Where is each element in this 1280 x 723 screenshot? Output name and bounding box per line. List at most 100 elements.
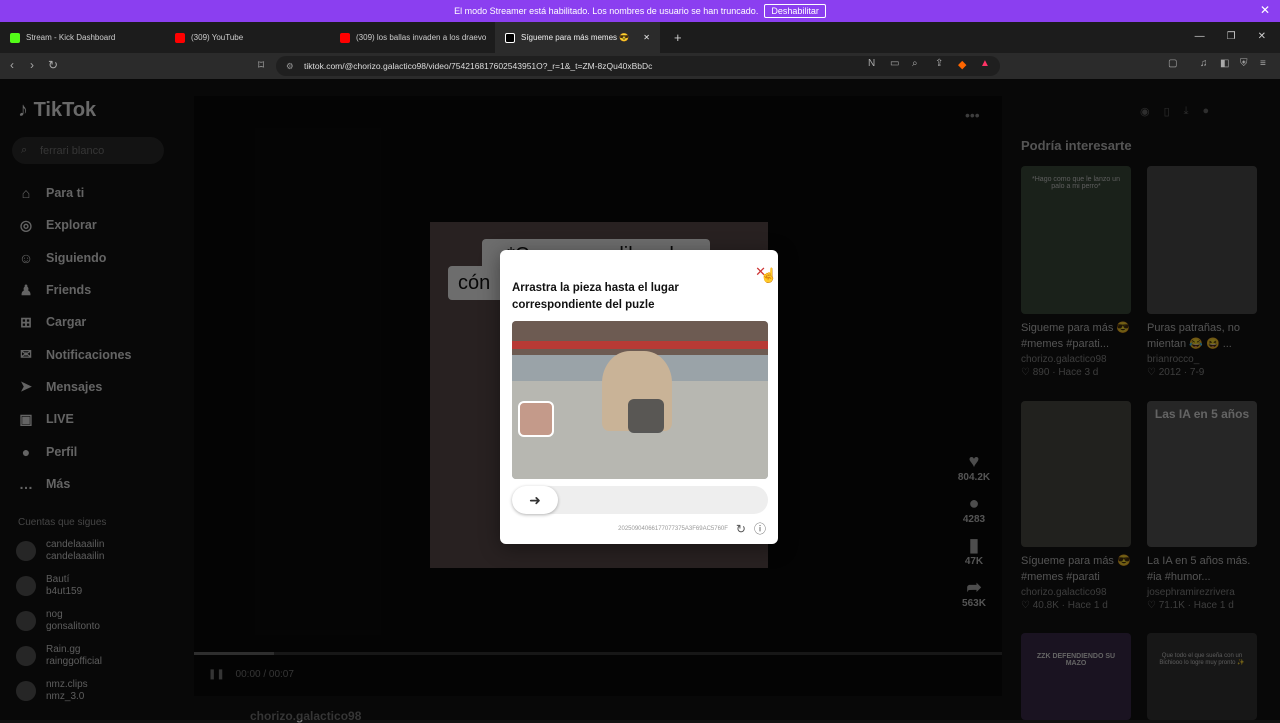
sidebar-toggle-icon[interactable]: ▢: [1168, 58, 1177, 69]
sidebar-item-live[interactable]: ▣ LIVE: [18, 403, 131, 435]
tiktok-logo[interactable]: ♪ TikTok: [18, 99, 96, 122]
slider-handle[interactable]: ➜: [512, 486, 558, 514]
sidebar-item-cargar[interactable]: ⊞ Cargar: [18, 306, 131, 338]
sidebar-item-perfil[interactable]: ● Perfil: [18, 435, 131, 467]
sidebar-item-explorar[interactable]: ◎ Explorar: [18, 209, 131, 241]
followed-account[interactable]: candelaaailin candelaaailin: [16, 539, 104, 563]
url-text: tiktok.com/@chorizo.galactico98/video/75…: [304, 61, 653, 71]
streamer-message: El modo Streamer está habilitado. Los no…: [454, 6, 759, 16]
youtube-icon: [340, 32, 350, 43]
disable-streamer-button[interactable]: Deshabilitar: [764, 4, 826, 18]
home-icon: ⌂: [21, 185, 31, 202]
avatar: [16, 541, 36, 561]
video-card[interactable]: Sígueme para más 😎 #memes #parati choriz…: [1021, 401, 1131, 611]
zoom-icon[interactable]: ⌕: [912, 58, 918, 69]
video-controls: ❚❚ 00:00 / 00:07: [208, 669, 294, 680]
nav-menu: ⌂ Para ti ◎ Explorar ☺ Siguiendo ♟ Friends ⊞…: [18, 177, 132, 500]
sidebar-item-mas[interactable]: … Más: [18, 468, 131, 500]
avatar: [16, 611, 36, 631]
followed-account[interactable]: Bautí b4ut159: [16, 574, 82, 598]
sidebar: ♪ TikTok ⌕ ferrari blanco ⌂ Para ti ◎ Expl…: [0, 79, 185, 720]
brave-shield-icon[interactable]: ◆: [958, 58, 966, 71]
vpn-icon[interactable]: ⛨: [1240, 58, 1248, 69]
bookmark-icon: ▮: [969, 535, 979, 555]
search-input[interactable]: ⌕ ferrari blanco: [12, 137, 164, 164]
window-close-icon[interactable]: ✕: [1258, 31, 1266, 42]
rewards-icon[interactable]: ▲: [980, 58, 990, 69]
followed-account[interactable]: nog gonsalitonto: [16, 609, 100, 633]
followed-account[interactable]: Rain.gg rainggofficial: [16, 644, 102, 668]
menu-icon[interactable]: ≡: [1260, 58, 1266, 69]
forward-icon[interactable]: ›: [30, 58, 34, 72]
followed-account[interactable]: nmz.clips nmz_3.0: [16, 679, 88, 703]
sidebar-item-notificaciones[interactable]: ✉ Notificaciones: [18, 338, 131, 370]
video-author[interactable]: chorizo.galactico98: [250, 709, 361, 723]
video-card[interactable]: ZZK DEFENDIENDO SU MAZO: [1021, 633, 1131, 720]
upload-icon: ⊞: [20, 313, 32, 330]
youtube-icon: [175, 32, 185, 43]
captcha-code: 20250904066177077375A3F69AC5760F: [618, 525, 728, 532]
media-icon[interactable]: ♫: [1200, 58, 1208, 69]
window-controls: — ❐ ✕: [1181, 22, 1280, 51]
translate-icon[interactable]: N: [868, 58, 875, 69]
like-button[interactable]: ♥ 804.2K: [952, 451, 996, 483]
captcha-footer: 20250904066177077375A3F69AC5760F ↻ ⓘ: [618, 520, 766, 537]
video-thumbnail: Las IA en 5 años: [1147, 401, 1257, 547]
puzzle-piece[interactable]: [518, 401, 554, 437]
pause-icon[interactable]: ❚❚: [208, 669, 225, 680]
refresh-icon[interactable]: ↻: [736, 522, 746, 536]
sidebar-item-para-ti[interactable]: ⌂ Para ti: [18, 177, 131, 209]
more-icon: …: [19, 475, 33, 492]
mouse-cursor-icon: ☝: [760, 267, 778, 283]
video-actions: ♥ 804.2K ● 4283 ▮ 47K ➦ 563K: [952, 451, 996, 619]
video-thumbnail: *Hago como que le lanzo un palo a mi per…: [1021, 166, 1131, 314]
video-card[interactable]: Que todo el que sueña con un Bichiooo lo…: [1147, 633, 1257, 720]
video-thumbnail: Que todo el que sueña con un Bichiooo lo…: [1147, 633, 1257, 720]
tab-bar: Stream - Kick Dashboard (309) YouTube (3…: [0, 22, 1280, 53]
sidebar-item-friends[interactable]: ♟ Friends: [18, 274, 131, 306]
video-card[interactable]: Las IA en 5 años La IA en 5 años más. #i…: [1147, 401, 1257, 611]
puzzle-image: [512, 321, 768, 479]
captcha-instruction: Arrastra la pieza hasta el lugar corresp…: [512, 282, 679, 311]
bookmark-icon[interactable]: ⌑: [258, 58, 264, 72]
tab-kick[interactable]: Stream - Kick Dashboard: [0, 22, 165, 53]
new-tab-icon[interactable]: +: [674, 30, 682, 45]
avatar: [16, 646, 36, 666]
close-icon[interactable]: ✕: [1260, 3, 1270, 17]
compass-icon: ◎: [19, 216, 33, 233]
share-button[interactable]: ➦ 563K: [952, 577, 996, 609]
avatar: [16, 576, 36, 596]
site-info-icon[interactable]: ⚙: [286, 61, 294, 72]
search-icon: ⌕: [21, 144, 28, 156]
info-icon[interactable]: ⓘ: [754, 520, 766, 537]
cast-icon[interactable]: ▭: [890, 58, 899, 69]
video-thumbnail: ZZK DEFENDIENDO SU MAZO: [1021, 633, 1131, 720]
toolbar: ‹ › ↻ ⌑ ⚙ tiktok.com/@chorizo.galactico9…: [0, 53, 1280, 79]
save-button[interactable]: ▮ 47K: [952, 535, 996, 567]
more-options-icon[interactable]: •••: [965, 107, 980, 123]
back-icon[interactable]: ‹: [10, 58, 14, 72]
comment-button[interactable]: ● 4283: [952, 493, 996, 525]
tab-youtube[interactable]: (309) YouTube: [165, 22, 330, 53]
share-icon: ➦: [966, 577, 982, 597]
sidebar-item-mensajes[interactable]: ➤ Mensajes: [18, 371, 131, 403]
notifications-icon: ✉: [20, 346, 32, 363]
video-progress[interactable]: [194, 652, 1002, 655]
video-card[interactable]: *Hago como que le lanzo un palo a mi per…: [1021, 166, 1131, 378]
tab-tiktok[interactable]: Sígueme para más memes 😎 ✕: [495, 22, 660, 53]
panel-icon[interactable]: ◧: [1220, 58, 1229, 69]
captcha-slider[interactable]: ➜: [512, 486, 768, 514]
avatar: [16, 681, 36, 701]
tab-close-icon[interactable]: ✕: [643, 33, 650, 42]
share-icon[interactable]: ⇪: [935, 58, 943, 69]
minimize-icon[interactable]: —: [1195, 31, 1205, 42]
recommendations-title: Podría interesarte: [1021, 138, 1132, 153]
video-time: 00:00 / 00:07: [235, 669, 294, 680]
tab-youtube-video[interactable]: (309) los ballas invaden a los draevo: [330, 22, 495, 53]
maximize-icon[interactable]: ❐: [1227, 31, 1236, 42]
sidebar-item-siguiendo[interactable]: ☺ Siguiendo: [18, 242, 131, 274]
reload-icon[interactable]: ↻: [48, 58, 58, 72]
friends-icon: ♟: [19, 281, 33, 298]
video-card[interactable]: Puras patrañas, no mientan 😂 😆 ... brian…: [1147, 166, 1257, 378]
comment-icon: ●: [968, 493, 980, 513]
